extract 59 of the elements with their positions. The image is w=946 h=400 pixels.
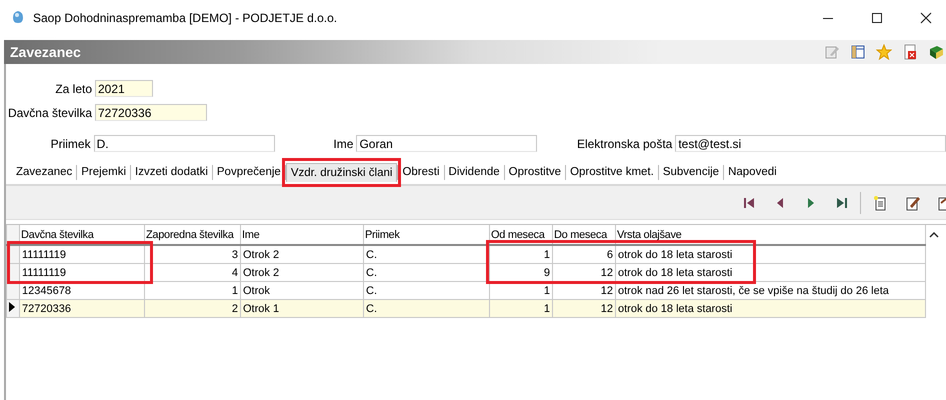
tab[interactable]: Zavezanec [12,163,76,181]
document-icon[interactable] [938,194,946,210]
scroll-up-icon[interactable] [929,231,939,239]
app-icon [10,8,26,24]
tab[interactable]: Subvencije [658,163,724,181]
tab[interactable]: Napovedi [724,163,781,181]
table-cell: 1 [490,300,552,318]
table-cell: C. [364,264,490,282]
column-header[interactable]: Davčna številka [20,225,144,245]
field-label: Elektronska pošta [576,136,674,150]
tab[interactable]: Povprečenje [212,163,285,181]
input-field[interactable]: Goran [356,135,537,152]
input-field[interactable]: D. [94,135,275,152]
table-cell: otrok do 18 leta starosti [616,264,926,282]
field-label: Priimek [50,136,92,150]
maximize-icon[interactable] [871,12,883,24]
close-icon[interactable] [920,12,932,24]
table-cell: Otrok 1 [240,300,364,318]
tab[interactable]: Oprostitve kmet. [566,163,658,181]
table-cell: 11111119 [20,245,144,264]
edit-document-icon[interactable] [905,194,921,210]
delete-document-icon[interactable] [902,44,918,60]
star-icon[interactable] [876,44,892,60]
table-cell: 72720336 [20,300,144,318]
panel-title: Zavezanec [9,44,81,60]
column-header[interactable]: Zaporedna številka [144,225,240,245]
tab[interactable]: Obresti [398,163,444,181]
table-cell: 1 [490,245,552,264]
column-header[interactable]: Ime [240,225,364,245]
field-label: Za leto [54,82,93,96]
table-cell: otrok do 18 leta starosti [616,245,926,264]
column-header[interactable]: Priimek [364,225,490,245]
table-cell: C. [364,245,490,264]
input-field[interactable]: 2021 [95,80,153,97]
table-cell: otrok do 18 leta starosti [616,300,926,318]
column-header[interactable]: Od meseca [490,225,552,245]
tab[interactable]: Prejemki [77,163,130,181]
column-header[interactable]: Vrsta olajšave [616,225,926,245]
input-field[interactable]: test@test.si [675,135,946,152]
tab[interactable]: Vzdr. družinski člani [286,162,398,182]
tab[interactable]: Dividende [444,163,504,181]
tab[interactable]: Izvzeti dodatki [131,163,212,181]
input-field[interactable]: 72720336 [95,104,207,121]
table-icon[interactable] [850,44,866,60]
table-cell: 6 [552,245,616,264]
first-record-icon[interactable] [742,196,756,210]
new-document-icon[interactable] [872,194,888,210]
tab[interactable]: Oprostitve [504,163,566,181]
window-title: Saop Dohodninaspremamba [DEMO] - PODJETJE d.o.o. [33,11,338,25]
table-cell: Otrok 2 [240,264,364,282]
last-record-icon[interactable] [835,196,849,210]
field-label: Davčna številka [6,106,93,120]
column-header[interactable]: Do meseca [552,225,616,245]
table-cell: 3 [144,245,240,264]
table-cell: Otrok 2 [240,245,364,264]
table-cell: 12 [552,300,616,318]
table-cell: C. [364,300,490,318]
field-label: Ime [332,136,354,150]
table-cell: 2 [144,300,240,318]
